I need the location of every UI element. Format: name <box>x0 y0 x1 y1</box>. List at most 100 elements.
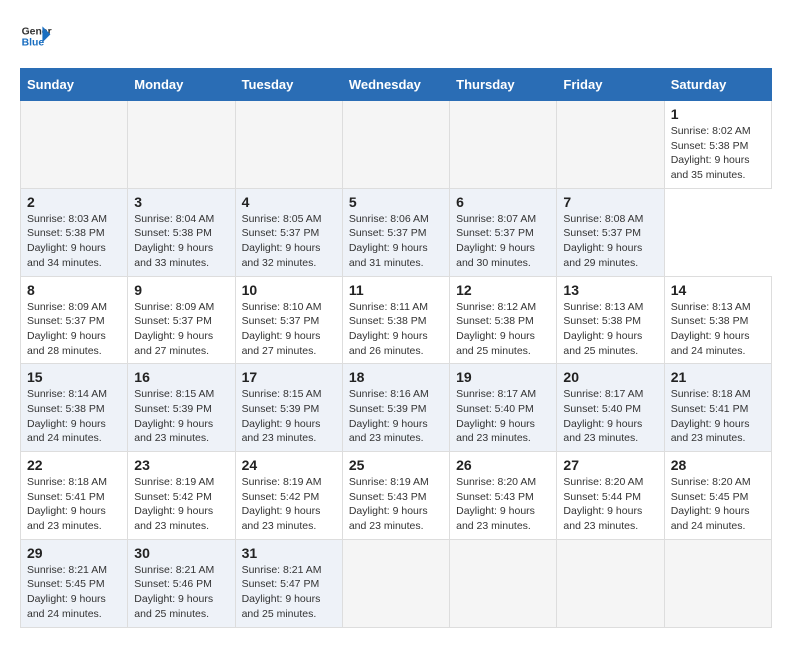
calendar-header-row: SundayMondayTuesdayWednesdayThursdayFrid… <box>21 69 772 101</box>
calendar-cell <box>450 539 557 627</box>
day-number: 20 <box>563 369 657 385</box>
calendar-cell: 14 Sunrise: 8:13 AMSunset: 5:38 PMDayligh… <box>664 276 771 364</box>
calendar-table: SundayMondayTuesdayWednesdayThursdayFrid… <box>20 68 772 628</box>
day-info: Sunrise: 8:15 AMSunset: 5:39 PMDaylight:… <box>242 387 336 446</box>
calendar-cell: 12 Sunrise: 8:12 AMSunset: 5:38 PMDayligh… <box>450 276 557 364</box>
calendar-cell: 4 Sunrise: 8:05 AMSunset: 5:37 PMDaylight… <box>235 188 342 276</box>
calendar-week-row: 1 Sunrise: 8:02 AMSunset: 5:38 PMDaylight… <box>21 101 772 189</box>
day-number: 2 <box>27 194 121 210</box>
calendar-cell: 19Sunrise: 8:17 AMSunset: 5:40 PMDayligh… <box>450 364 557 452</box>
calendar-cell: 27Sunrise: 8:20 AMSunset: 5:44 PMDayligh… <box>557 452 664 540</box>
logo: General Blue <box>20 20 52 52</box>
calendar-cell: 11Sunrise: 8:11 AMSunset: 5:38 PMDayligh… <box>342 276 449 364</box>
day-number: 23 <box>134 457 228 473</box>
calendar-week-row: 29Sunrise: 8:21 AMSunset: 5:45 PMDayligh… <box>21 539 772 627</box>
day-info: Sunrise: 8:21 AMSunset: 5:47 PMDaylight:… <box>242 563 336 622</box>
day-number: 6 <box>456 194 550 210</box>
day-number: 13 <box>563 282 657 298</box>
calendar-cell: 31 Sunrise: 8:21 AMSunset: 5:47 PMDayligh… <box>235 539 342 627</box>
day-number: 10 <box>242 282 336 298</box>
calendar-cell: 10 Sunrise: 8:10 AMSunset: 5:37 PMDayligh… <box>235 276 342 364</box>
header-monday: Monday <box>128 69 235 101</box>
calendar-cell: 18Sunrise: 8:16 AMSunset: 5:39 PMDayligh… <box>342 364 449 452</box>
day-number: 16 <box>134 369 228 385</box>
day-number: 27 <box>563 457 657 473</box>
day-number: 25 <box>349 457 443 473</box>
day-number: 8 <box>27 282 121 298</box>
calendar-cell <box>128 101 235 189</box>
day-number: 7 <box>563 194 657 210</box>
calendar-cell <box>235 101 342 189</box>
day-info: Sunrise: 8:12 AMSunset: 5:38 PMDaylight:… <box>456 300 550 359</box>
calendar-week-row: 22 Sunrise: 8:18 AMSunset: 5:41 PMDayligh… <box>21 452 772 540</box>
calendar-cell <box>557 101 664 189</box>
day-info: Sunrise: 8:19 AMSunset: 5:43 PMDaylight:… <box>349 475 443 534</box>
calendar-cell <box>557 539 664 627</box>
day-number: 14 <box>671 282 765 298</box>
day-number: 4 <box>242 194 336 210</box>
day-number: 26 <box>456 457 550 473</box>
day-info: Sunrise: 8:02 AMSunset: 5:38 PMDaylight:… <box>671 124 765 183</box>
header-sunday: Sunday <box>21 69 128 101</box>
day-info: Sunrise: 8:03 AMSunset: 5:38 PMDaylight:… <box>27 212 121 271</box>
day-info: Sunrise: 8:16 AMSunset: 5:39 PMDaylight:… <box>349 387 443 446</box>
day-info: Sunrise: 8:18 AMSunset: 5:41 PMDaylight:… <box>27 475 121 534</box>
day-number: 30 <box>134 545 228 561</box>
day-info: Sunrise: 8:10 AMSunset: 5:37 PMDaylight:… <box>242 300 336 359</box>
day-number: 31 <box>242 545 336 561</box>
day-number: 9 <box>134 282 228 298</box>
svg-text:Blue: Blue <box>22 38 45 49</box>
calendar-cell: 7 Sunrise: 8:08 AMSunset: 5:37 PMDaylight… <box>557 188 664 276</box>
calendar-cell: 29Sunrise: 8:21 AMSunset: 5:45 PMDayligh… <box>21 539 128 627</box>
header-tuesday: Tuesday <box>235 69 342 101</box>
day-number: 12 <box>456 282 550 298</box>
day-info: Sunrise: 8:08 AMSunset: 5:37 PMDaylight:… <box>563 212 657 271</box>
day-info: Sunrise: 8:09 AMSunset: 5:37 PMDaylight:… <box>27 300 121 359</box>
calendar-cell: 28Sunrise: 8:20 AMSunset: 5:45 PMDayligh… <box>664 452 771 540</box>
day-info: Sunrise: 8:20 AMSunset: 5:45 PMDaylight:… <box>671 475 765 534</box>
day-info: Sunrise: 8:19 AMSunset: 5:42 PMDaylight:… <box>242 475 336 534</box>
header-wednesday: Wednesday <box>342 69 449 101</box>
calendar-cell <box>664 539 771 627</box>
day-number: 22 <box>27 457 121 473</box>
day-number: 1 <box>671 106 765 122</box>
day-info: Sunrise: 8:21 AMSunset: 5:45 PMDaylight:… <box>27 563 121 622</box>
day-info: Sunrise: 8:06 AMSunset: 5:37 PMDaylight:… <box>349 212 443 271</box>
calendar-cell: 6 Sunrise: 8:07 AMSunset: 5:37 PMDaylight… <box>450 188 557 276</box>
calendar-cell <box>342 101 449 189</box>
day-info: Sunrise: 8:14 AMSunset: 5:38 PMDaylight:… <box>27 387 121 446</box>
calendar-cell: 9Sunrise: 8:09 AMSunset: 5:37 PMDaylight… <box>128 276 235 364</box>
calendar-cell: 2 Sunrise: 8:03 AMSunset: 5:38 PMDaylight… <box>21 188 128 276</box>
logo-icon: General Blue <box>20 20 52 52</box>
calendar-cell: 25 Sunrise: 8:19 AMSunset: 5:43 PMDayligh… <box>342 452 449 540</box>
day-info: Sunrise: 8:15 AMSunset: 5:39 PMDaylight:… <box>134 387 228 446</box>
header-friday: Friday <box>557 69 664 101</box>
day-number: 3 <box>134 194 228 210</box>
day-info: Sunrise: 8:17 AMSunset: 5:40 PMDaylight:… <box>563 387 657 446</box>
day-info: Sunrise: 8:07 AMSunset: 5:37 PMDaylight:… <box>456 212 550 271</box>
calendar-cell: 3 Sunrise: 8:04 AMSunset: 5:38 PMDaylight… <box>128 188 235 276</box>
day-number: 5 <box>349 194 443 210</box>
calendar-cell: 8 Sunrise: 8:09 AMSunset: 5:37 PMDaylight… <box>21 276 128 364</box>
day-info: Sunrise: 8:11 AMSunset: 5:38 PMDaylight:… <box>349 300 443 359</box>
calendar-cell: 20 Sunrise: 8:17 AMSunset: 5:40 PMDayligh… <box>557 364 664 452</box>
calendar-cell <box>21 101 128 189</box>
day-info: Sunrise: 8:20 AMSunset: 5:43 PMDaylight:… <box>456 475 550 534</box>
calendar-cell: 1 Sunrise: 8:02 AMSunset: 5:38 PMDaylight… <box>664 101 771 189</box>
calendar-cell: 24Sunrise: 8:19 AMSunset: 5:42 PMDayligh… <box>235 452 342 540</box>
calendar-week-row: 8 Sunrise: 8:09 AMSunset: 5:37 PMDaylight… <box>21 276 772 364</box>
calendar-cell: 23Sunrise: 8:19 AMSunset: 5:42 PMDayligh… <box>128 452 235 540</box>
calendar-cell: 17Sunrise: 8:15 AMSunset: 5:39 PMDayligh… <box>235 364 342 452</box>
day-info: Sunrise: 8:04 AMSunset: 5:38 PMDaylight:… <box>134 212 228 271</box>
calendar-cell: 22 Sunrise: 8:18 AMSunset: 5:41 PMDayligh… <box>21 452 128 540</box>
calendar-cell: 30 Sunrise: 8:21 AMSunset: 5:46 PMDayligh… <box>128 539 235 627</box>
day-info: Sunrise: 8:05 AMSunset: 5:37 PMDaylight:… <box>242 212 336 271</box>
header-saturday: Saturday <box>664 69 771 101</box>
calendar-cell <box>342 539 449 627</box>
calendar-cell: 26 Sunrise: 8:20 AMSunset: 5:43 PMDayligh… <box>450 452 557 540</box>
calendar-cell: 13Sunrise: 8:13 AMSunset: 5:38 PMDayligh… <box>557 276 664 364</box>
page-header: General Blue <box>20 20 772 52</box>
day-info: Sunrise: 8:18 AMSunset: 5:41 PMDaylight:… <box>671 387 765 446</box>
day-info: Sunrise: 8:21 AMSunset: 5:46 PMDaylight:… <box>134 563 228 622</box>
day-info: Sunrise: 8:13 AMSunset: 5:38 PMDaylight:… <box>671 300 765 359</box>
